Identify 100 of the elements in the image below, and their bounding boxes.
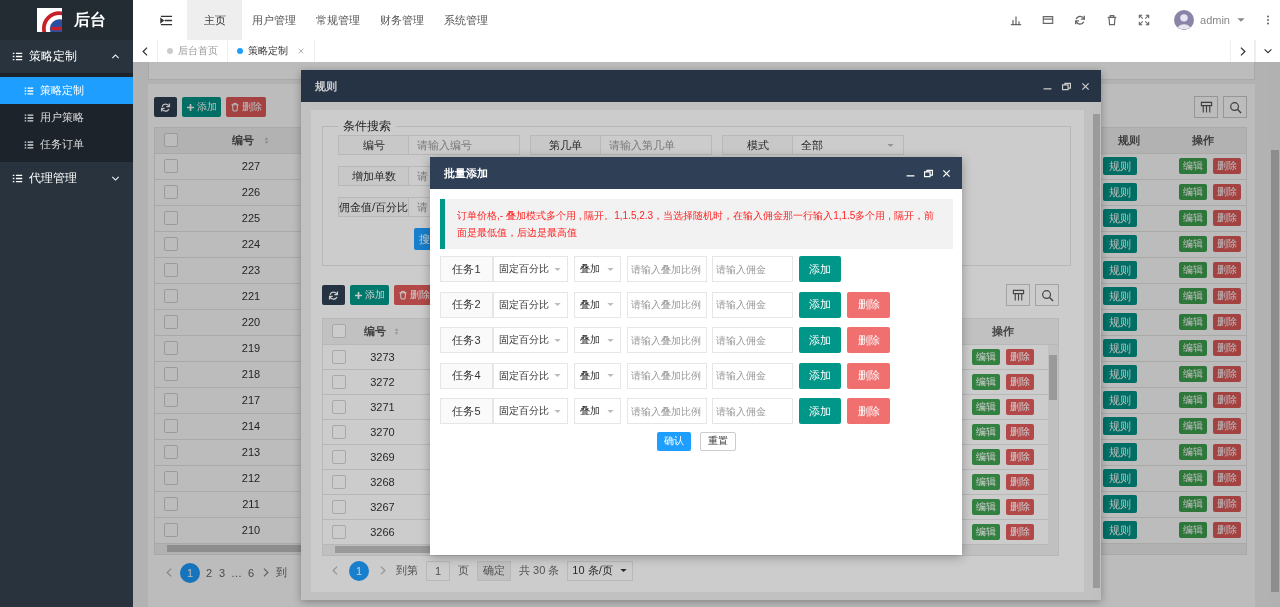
edit-button[interactable]: 编辑	[1179, 184, 1207, 200]
rule-button[interactable]: 规则	[1103, 495, 1137, 513]
nav-tab[interactable]: 主页	[187, 0, 242, 40]
delete-button[interactable]: 删除	[1006, 524, 1034, 540]
edit-button[interactable]: 编辑	[1179, 418, 1207, 434]
vertical-scrollbar[interactable]	[1092, 102, 1101, 600]
input-field[interactable]: 请输入第几单	[601, 135, 712, 155]
type-dropdown[interactable]: 固定百分比	[493, 256, 568, 282]
checkbox[interactable]	[332, 525, 346, 540]
rule-button[interactable]: 规则	[1103, 209, 1137, 227]
commission-input[interactable]: 请输入佣金	[712, 398, 793, 424]
delete-button[interactable]: 删除	[1213, 340, 1241, 356]
ratio-input[interactable]: 请输入叠加比例	[627, 327, 707, 353]
ratio-input[interactable]: 请输入叠加比例	[627, 291, 707, 318]
checkbox[interactable]	[163, 419, 178, 434]
delete-button[interactable]: 删除	[1213, 210, 1241, 226]
rule-button[interactable]: 规则	[1103, 417, 1137, 435]
nav-tab[interactable]: 用户管理	[242, 0, 306, 40]
add-button[interactable]: 添加	[799, 362, 841, 389]
nav-tab[interactable]: 财务管理	[370, 0, 434, 40]
add-button[interactable]: 添加	[350, 285, 389, 305]
edit-button[interactable]: 编辑	[972, 499, 1000, 515]
delete-button[interactable]: 删除	[847, 362, 890, 389]
vertical-scrollbar[interactable]	[1048, 344, 1058, 545]
trash-icon[interactable]	[1106, 14, 1119, 26]
checkbox[interactable]	[163, 237, 178, 252]
columns-button[interactable]	[1006, 284, 1030, 306]
ratio-input[interactable]: 请输入叠加比例	[627, 398, 707, 424]
edit-button[interactable]: 编辑	[1179, 288, 1207, 304]
delete-button[interactable]: 删除	[1213, 418, 1241, 434]
ratio-input[interactable]: 请输入叠加比例	[627, 256, 707, 282]
delete-button[interactable]: 删除	[847, 291, 890, 318]
edit-button[interactable]: 编辑	[1179, 340, 1207, 356]
delete-button[interactable]: 删除	[1213, 288, 1241, 304]
edit-button[interactable]: 编辑	[1179, 496, 1207, 512]
edit-button[interactable]: 编辑	[1179, 470, 1207, 486]
avatar-icon[interactable]	[1174, 10, 1195, 30]
menu-icon[interactable]	[160, 13, 173, 27]
checkbox[interactable]	[332, 450, 346, 465]
checkbox[interactable]	[332, 349, 346, 364]
edit-button[interactable]: 编辑	[1179, 392, 1207, 408]
page-input[interactable]: 1	[426, 560, 450, 581]
mode-dropdown[interactable]: 叠加	[574, 291, 621, 318]
menu-group[interactable]: 策略定制	[0, 40, 133, 73]
reset-button[interactable]: 重置	[700, 431, 736, 451]
sort-icon[interactable]	[392, 326, 401, 336]
checkbox[interactable]	[163, 523, 178, 538]
checkbox[interactable]	[163, 185, 178, 200]
confirm-button[interactable]: 确定	[477, 560, 511, 581]
edit-button[interactable]: 编辑	[1179, 236, 1207, 252]
confirm-button[interactable]: 确认	[657, 431, 691, 451]
type-dropdown[interactable]: 固定百分比	[493, 398, 568, 424]
type-dropdown[interactable]: 固定百分比	[493, 291, 568, 318]
close-icon[interactable]	[1080, 80, 1091, 92]
add-button[interactable]: 添加	[799, 291, 841, 318]
delete-button[interactable]: 删除	[1213, 158, 1241, 174]
edit-button[interactable]: 编辑	[1179, 444, 1207, 460]
delete-button[interactable]: 删除	[1213, 366, 1241, 382]
checkbox[interactable]	[163, 497, 178, 512]
rule-button[interactable]: 规则	[1103, 391, 1137, 409]
delete-button[interactable]: 删除	[847, 327, 890, 353]
menu-group[interactable]: 代理管理	[0, 162, 133, 195]
bar-chart-icon[interactable]	[1010, 14, 1023, 26]
add-button[interactable]: 添加	[799, 256, 841, 282]
rule-button[interactable]: 规则	[1103, 365, 1137, 383]
maximize-icon[interactable]	[923, 167, 934, 179]
checkbox[interactable]	[163, 289, 178, 304]
rule-button[interactable]: 规则	[1103, 339, 1137, 357]
columns-button[interactable]	[1194, 96, 1218, 118]
mode-dropdown[interactable]: 叠加	[574, 256, 621, 282]
edit-button[interactable]: 编辑	[972, 449, 1000, 465]
commission-input[interactable]: 请输入佣金	[712, 362, 793, 389]
mode-dropdown[interactable]: 叠加	[574, 362, 621, 389]
edit-button[interactable]: 编辑	[1179, 522, 1207, 538]
delete-button[interactable]: 删除	[226, 97, 266, 117]
checkbox[interactable]	[332, 400, 346, 415]
delete-button[interactable]: 删除	[1213, 470, 1241, 486]
delete-button[interactable]: 删除	[1006, 399, 1034, 415]
checkbox[interactable]	[163, 133, 178, 148]
search-button[interactable]	[1223, 96, 1247, 118]
delete-button[interactable]: 删除	[1213, 444, 1241, 460]
edit-button[interactable]: 编辑	[1179, 314, 1207, 330]
type-dropdown[interactable]: 固定百分比	[493, 362, 568, 389]
delete-button[interactable]: 删除	[1213, 262, 1241, 278]
rule-button[interactable]: 规则	[1103, 469, 1137, 487]
commission-input[interactable]: 请输入佣金	[712, 291, 793, 318]
edit-button[interactable]: 编辑	[1179, 262, 1207, 278]
card-icon[interactable]	[1042, 14, 1055, 26]
checkbox[interactable]	[163, 471, 178, 486]
ratio-input[interactable]: 请输入叠加比例	[627, 362, 707, 389]
edit-button[interactable]: 编辑	[972, 474, 1000, 490]
type-dropdown[interactable]: 固定百分比	[493, 327, 568, 353]
page-button[interactable]: 1	[349, 560, 369, 581]
edit-button[interactable]: 编辑	[972, 399, 1000, 415]
delete-button[interactable]: 删除	[1006, 499, 1034, 515]
add-button[interactable]: 添加	[182, 97, 221, 117]
delete-button[interactable]: 删除	[1006, 424, 1034, 440]
rule-button[interactable]: 规则	[1103, 261, 1137, 279]
rule-button[interactable]: 规则	[1103, 183, 1137, 201]
checkbox[interactable]	[332, 475, 346, 490]
